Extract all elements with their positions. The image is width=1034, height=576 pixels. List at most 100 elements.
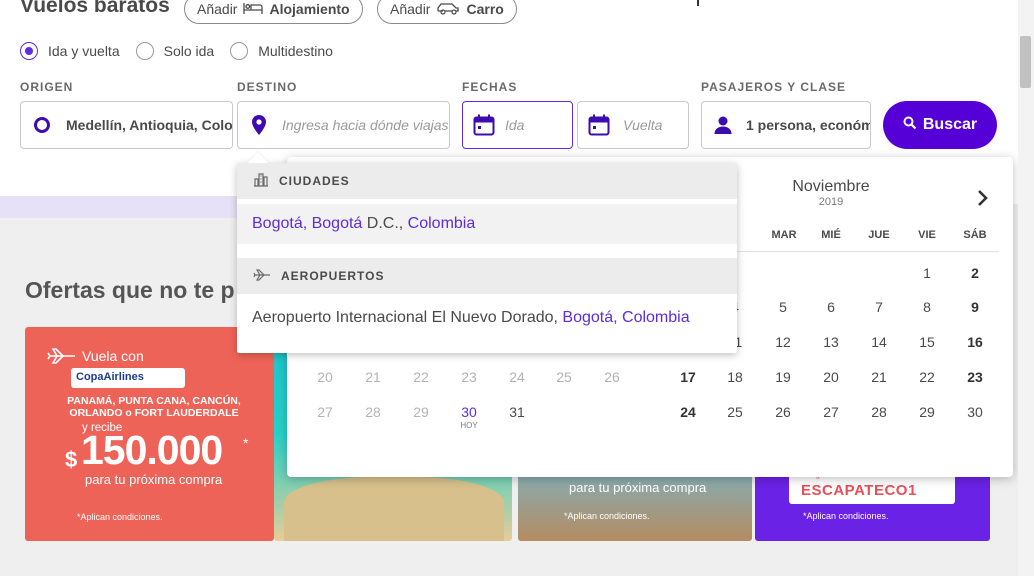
cities-section-title: CIUDADES	[279, 174, 350, 188]
calendar-day[interactable]: 27	[811, 404, 851, 420]
trip-type-oneway[interactable]: Solo ida	[135, 42, 215, 60]
add-car-button[interactable]: Añadir Carro	[377, 0, 517, 24]
page-title: Vuelos baratos	[20, 0, 170, 17]
calendar-day[interactable]: 18	[715, 369, 755, 385]
calendar-icon	[463, 114, 505, 136]
location-pin-icon	[238, 114, 280, 136]
airport-city: Bogotá	[562, 309, 614, 326]
calendar-day: 25	[556, 369, 572, 385]
destination-label: DESTINO	[237, 80, 298, 94]
airport-prefix: Aeropuerto Internacional El Nuevo Dorado…	[252, 309, 563, 326]
calendar-day[interactable]: 1	[907, 265, 947, 281]
calendar-day[interactable]: 28	[859, 404, 899, 420]
scrollbar-thumb[interactable]	[1020, 36, 1031, 88]
city-buildings-icon	[253, 172, 269, 190]
depart-date-field[interactable]: Ida	[462, 101, 573, 149]
weekday-wed: MIÉ	[821, 229, 841, 241]
promo1-currency: $	[65, 447, 78, 472]
promo1-next-purchase: para tu próxima compra	[85, 472, 223, 487]
next-month-chevron-icon[interactable]	[977, 189, 989, 212]
search-icon	[903, 116, 917, 135]
calendar-day[interactable]: 23	[955, 369, 995, 385]
origin-label: ORIGEN	[20, 80, 74, 94]
calendar-day[interactable]: 31	[497, 404, 537, 420]
calendar-day[interactable]: 29	[907, 404, 947, 420]
autocomplete-item-airport[interactable]: Aeropuerto Internacional El Nuevo Dorado…	[237, 298, 737, 338]
calendar-day[interactable]: 12	[763, 334, 803, 350]
return-date-field[interactable]: Vuelta	[577, 101, 689, 149]
trip-type-oneway-label: Solo ida	[163, 43, 215, 59]
calendar-day[interactable]: 26	[763, 404, 803, 420]
promo1-routes: PANAMÁ, PUNTA CANA, CANCÚN, ORLANDO o FO…	[67, 395, 241, 419]
radio-icon[interactable]	[230, 42, 249, 60]
passengers-value: 1 persona, económica	[746, 117, 870, 133]
offers-title: Ofertas que no te p	[25, 277, 235, 303]
calendar-day[interactable]: 5	[763, 299, 803, 315]
calendar-day: 28	[365, 404, 381, 420]
calendar-day: 22	[413, 369, 429, 385]
calendar-day[interactable]: 6	[811, 299, 851, 315]
calendar-icon	[578, 114, 620, 136]
cities-section-header: CIUDADES	[237, 163, 737, 199]
popup-edge	[697, 0, 699, 6]
calendar-day[interactable]: 20	[811, 369, 851, 385]
calendar-day[interactable]: 21	[859, 369, 899, 385]
calendar-day[interactable]: 9	[955, 299, 995, 315]
calendar-day: 23	[461, 369, 477, 385]
calendar-day: 20	[317, 369, 333, 385]
calendar-day[interactable]: 7	[859, 299, 899, 315]
calendar-day[interactable]: 24	[668, 404, 708, 420]
person-icon	[702, 115, 744, 135]
city-part-4: Colombia	[407, 215, 476, 232]
calendar-day[interactable]: 16	[955, 334, 995, 350]
trip-type-roundtrip[interactable]: Ida y vuelta	[20, 42, 120, 60]
weekday-tue: MAR	[771, 229, 797, 241]
calendar-day[interactable]: 17	[668, 369, 708, 385]
calendar-day[interactable]: 14	[859, 334, 899, 350]
weekday-thu: JUE	[868, 229, 890, 241]
today-label: HOY	[460, 421, 478, 430]
weekday-sat: SÁB	[963, 229, 987, 241]
destination-field[interactable]: Ingresa hacia dónde viajas	[237, 101, 450, 149]
calendar-day[interactable]: 19	[763, 369, 803, 385]
city-part-1: Bogotá	[252, 215, 303, 232]
add-car-label: Carro	[466, 1, 504, 17]
search-button[interactable]: Buscar	[883, 101, 997, 149]
calendar-day[interactable]: 8	[907, 299, 947, 315]
copa-airlines-logo: CopaAirlines	[71, 368, 185, 388]
calendar-day[interactable]: 15	[907, 334, 947, 350]
calendar-day[interactable]: 13	[811, 334, 851, 350]
airport-sep: ,	[613, 309, 623, 326]
calendar-day-today[interactable]: 30	[449, 404, 489, 420]
calendar-right-month: Noviembre	[792, 178, 870, 195]
airports-section-header: AEROPUERTOS	[237, 258, 737, 294]
passengers-field[interactable]: 1 persona, económica	[701, 101, 871, 149]
passengers-label: PASAJEROS Y CLASE	[701, 80, 847, 94]
airplane-icon	[253, 268, 271, 284]
radio-selected-icon[interactable]	[20, 42, 38, 60]
weekday-fri: VIE	[918, 229, 936, 241]
calendar-right-year: 2019	[818, 196, 844, 208]
calendar-day[interactable]: 30	[955, 404, 995, 420]
autocomplete-item-city[interactable]: Bogotá, Bogotá D.C., Colombia	[237, 204, 737, 244]
return-date-input[interactable]: Vuelta	[623, 117, 662, 133]
calendar-day: 21	[365, 369, 381, 385]
origin-circle-icon	[21, 116, 63, 134]
calendar-day[interactable]: 25	[715, 404, 755, 420]
destination-input[interactable]: Ingresa hacia dónde viajas	[282, 117, 449, 133]
calendar-day[interactable]: 22	[907, 369, 947, 385]
radio-icon[interactable]	[135, 42, 154, 60]
promo4-code: ESCAPATECO1	[801, 482, 917, 499]
calendar-day[interactable]: 2	[955, 265, 995, 281]
bed-icon	[243, 1, 264, 18]
promo3-next-purchase: para tu próxima compra	[569, 480, 707, 495]
city-part-2: Bogotá	[311, 215, 363, 232]
add-lodging-button[interactable]: Añadir Alojamiento	[184, 0, 363, 24]
add-lodging-prefix: Añadir	[197, 1, 238, 17]
origin-field[interactable]: Medellín, Antioquia, Colombia	[20, 101, 233, 149]
depart-date-input[interactable]: Ida	[505, 117, 524, 133]
calendar-right-header: Noviembre 2019	[769, 178, 893, 208]
trip-type-multidestination[interactable]: Multidestino	[230, 42, 333, 60]
promo-card-copa[interactable]: Vuela con CopaAirlines PANAMÁ, PUNTA CAN…	[25, 327, 274, 541]
promo1-fly-with: Vuela con	[82, 348, 144, 364]
